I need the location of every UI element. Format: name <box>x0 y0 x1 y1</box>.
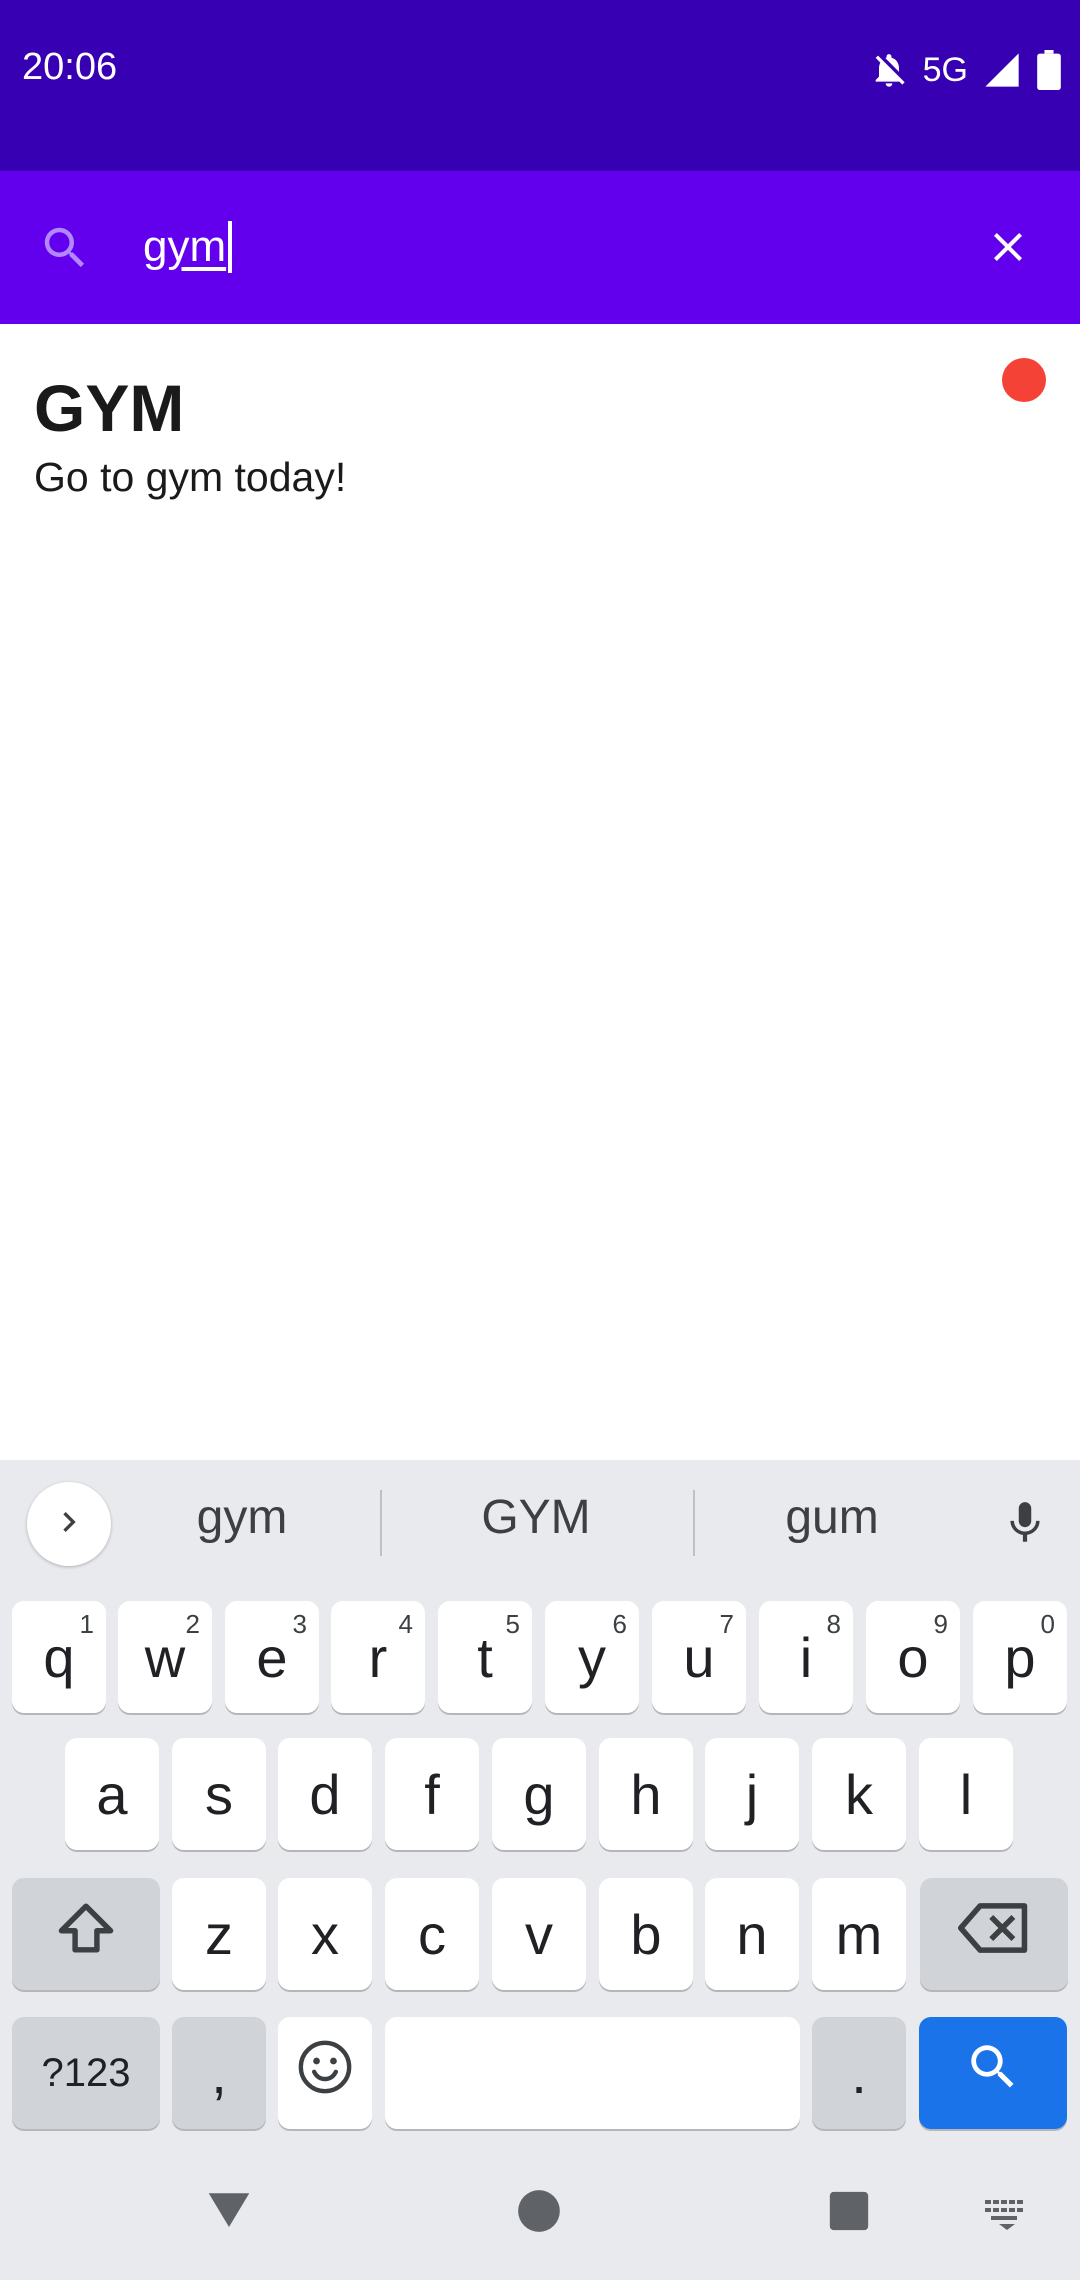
microphone-icon <box>1000 1498 1050 1553</box>
key-label: y <box>578 1625 606 1689</box>
period-key[interactable]: . <box>812 2017 906 2129</box>
color-indicator-dot <box>1002 358 1046 402</box>
key-t[interactable]: t5 <box>438 1601 532 1713</box>
key-hint: 8 <box>826 1609 841 1639</box>
key-label: e <box>256 1625 288 1689</box>
key-q[interactable]: q1 <box>12 1601 106 1713</box>
key-m[interactable]: m <box>812 1878 906 1990</box>
key-n[interactable]: n <box>705 1878 799 1990</box>
shift-icon <box>53 1898 119 1971</box>
key-h[interactable]: h <box>599 1738 693 1850</box>
search-icon <box>964 2038 1022 2109</box>
suggestion-1[interactable]: gym <box>102 1490 382 1545</box>
status-bar: 20:06 5G <box>0 0 1080 171</box>
suggestion-strip: gym GYM gum <box>0 1460 1080 1582</box>
key-label: o <box>897 1625 929 1689</box>
key-i[interactable]: i8 <box>759 1601 853 1713</box>
recents-button[interactable] <box>826 2188 872 2239</box>
suggestion-3[interactable]: gum <box>692 1490 972 1545</box>
symbols-key[interactable]: ?123 <box>12 2017 160 2129</box>
search-bar: gym <box>0 171 1080 324</box>
recents-icon <box>826 2191 872 2238</box>
key-y[interactable]: y6 <box>545 1601 639 1713</box>
suggestion-divider <box>380 1490 382 1556</box>
key-hint: 9 <box>933 1609 948 1639</box>
key-x[interactable]: x <box>278 1878 372 1990</box>
key-o[interactable]: o9 <box>866 1601 960 1713</box>
key-f[interactable]: f <box>385 1738 479 1850</box>
key-label: q <box>43 1625 75 1689</box>
key-p[interactable]: p0 <box>973 1601 1067 1713</box>
key-j[interactable]: j <box>705 1738 799 1850</box>
key-hint: 2 <box>185 1609 200 1639</box>
bell-off-icon <box>869 50 909 90</box>
key-a[interactable]: a <box>65 1738 159 1850</box>
network-type: 5G <box>922 50 968 89</box>
status-icons: 5G <box>869 46 1062 94</box>
key-z[interactable]: z <box>172 1878 266 1990</box>
key-label: u <box>683 1625 715 1689</box>
note-list-item[interactable]: GYM Go to gym today! <box>0 330 1080 520</box>
home-icon <box>514 2190 564 2240</box>
shift-key[interactable] <box>12 1878 160 1990</box>
backspace-icon <box>958 1901 1030 1968</box>
key-k[interactable]: k <box>812 1738 906 1850</box>
home-button[interactable] <box>514 2186 564 2241</box>
backspace-key[interactable] <box>920 1878 1068 1990</box>
signal-icon <box>982 50 1022 90</box>
key-label: r <box>368 1625 388 1689</box>
key-r[interactable]: r4 <box>331 1601 425 1713</box>
suggestion-2[interactable]: GYM <box>396 1490 676 1545</box>
emoji-icon <box>296 2038 354 2109</box>
key-hint: 5 <box>505 1609 520 1639</box>
key-hint: 0 <box>1040 1609 1055 1639</box>
search-input[interactable]: gym <box>143 221 233 273</box>
key-label: w <box>144 1625 186 1689</box>
status-time: 20:06 <box>22 46 118 88</box>
key-v[interactable]: v <box>492 1878 586 1990</box>
keyboard-switch-button[interactable] <box>985 2200 1029 2235</box>
key-hint: 1 <box>79 1609 94 1639</box>
key-l[interactable]: l <box>919 1738 1013 1850</box>
battery-icon <box>1036 50 1062 90</box>
key-w[interactable]: w2 <box>118 1601 212 1713</box>
note-title: GYM <box>34 371 185 445</box>
key-hint: 3 <box>292 1609 307 1639</box>
key-hint: 4 <box>398 1609 413 1639</box>
emoji-key[interactable] <box>278 2017 372 2129</box>
key-d[interactable]: d <box>278 1738 372 1850</box>
key-c[interactable]: c <box>385 1878 479 1990</box>
clear-search-button[interactable] <box>968 209 1048 289</box>
navigation-bar <box>0 2160 1080 2280</box>
search-action-key[interactable] <box>919 2017 1067 2129</box>
back-button[interactable] <box>202 2182 256 2241</box>
note-body: Go to gym today! <box>34 454 347 500</box>
key-u[interactable]: u7 <box>652 1601 746 1713</box>
search-query: gym <box>143 222 227 271</box>
voice-input-button[interactable] <box>990 1490 1060 1560</box>
key-label: p <box>1004 1625 1036 1689</box>
comma-key[interactable]: , <box>172 2017 266 2129</box>
key-g[interactable]: g <box>492 1738 586 1850</box>
key-hint: 7 <box>719 1609 734 1639</box>
key-s[interactable]: s <box>172 1738 266 1850</box>
text-caret <box>228 221 233 273</box>
key-label: i <box>799 1625 813 1689</box>
key-e[interactable]: e3 <box>225 1601 319 1713</box>
space-key[interactable] <box>385 2017 800 2129</box>
close-icon <box>984 223 1032 276</box>
search-icon <box>38 221 92 280</box>
key-hint: 6 <box>612 1609 627 1639</box>
back-icon <box>202 2193 256 2240</box>
chevron-right-icon <box>49 1502 89 1547</box>
key-label: t <box>477 1625 493 1689</box>
soft-keyboard: gym GYM gum q1 w2 e3 r4 t5 y6 u7 i8 o9 p… <box>0 1460 1080 2280</box>
expand-toolbar-button[interactable] <box>27 1482 111 1566</box>
key-b[interactable]: b <box>599 1878 693 1990</box>
keyboard-switch-icon <box>985 2200 1029 2234</box>
